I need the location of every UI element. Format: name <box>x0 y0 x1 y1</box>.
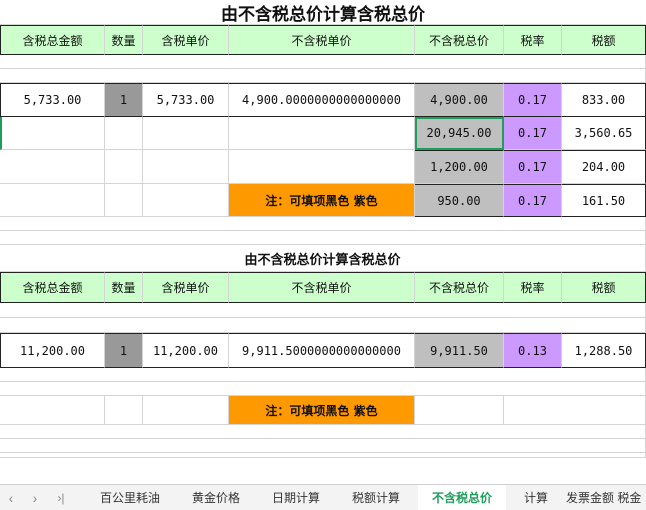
cell-tax-amount[interactable]: 3,560.65 <box>562 117 646 150</box>
empty-row[interactable] <box>0 439 646 453</box>
empty-row[interactable] <box>0 368 646 382</box>
empty-cell[interactable] <box>229 117 415 150</box>
cell-tax-exclusive-total[interactable]: 4,900.00 <box>415 83 504 117</box>
tab-fuel-consumption[interactable]: 百公里耗油 <box>86 485 174 510</box>
empty-cell[interactable] <box>0 396 105 425</box>
empty-cell[interactable] <box>105 184 143 217</box>
empty-cell[interactable] <box>143 184 229 217</box>
empty-cell[interactable] <box>504 396 646 425</box>
header-tax-rate[interactable]: 税率 <box>504 25 562 55</box>
tab-tax-exclusive-total[interactable]: 不含税总价 <box>418 485 506 510</box>
note-fillable-colors: 注：可填项黑色 紫色 <box>229 184 415 217</box>
cell-tax-rate[interactable]: 0.17 <box>504 184 562 217</box>
header-tax-rate[interactable]: 税率 <box>504 272 562 303</box>
header-tax-exclusive-total[interactable]: 不含税总价 <box>415 272 504 303</box>
cell-tax-amount[interactable]: 833.00 <box>562 83 646 117</box>
sheet-subtitle: 由不含税总价计算含税总价 <box>0 245 646 272</box>
header-tax-exclusive-total[interactable]: 不含税总价 <box>415 25 504 55</box>
cell-tax-inclusive-total[interactable]: 5,733.00 <box>0 83 105 117</box>
header-tax-inclusive-total[interactable]: 含税总金额 <box>0 272 105 303</box>
cell-tax-amount[interactable]: 1,288.50 <box>562 333 646 368</box>
cell-quantity[interactable]: 1 <box>105 333 143 368</box>
header-tax-inclusive-unit-price[interactable]: 含税单价 <box>143 272 229 303</box>
tab-gold-price[interactable]: 黄金价格 <box>178 485 254 510</box>
header-tax-exclusive-unit-price[interactable]: 不含税单价 <box>229 272 415 303</box>
empty-cell[interactable] <box>143 396 229 425</box>
cell-tax-exclusive-total[interactable]: 950.00 <box>415 184 504 217</box>
empty-row[interactable] <box>0 69 646 83</box>
spreadsheet-grid[interactable]: 由不含税总价计算含税总价 含税总金额 数量 含税单价 不含税单价 不含税总价 税… <box>0 0 646 458</box>
chevron-left-icon[interactable]: ‹ <box>0 485 22 510</box>
empty-cell[interactable] <box>0 184 105 217</box>
tab-date-calc[interactable]: 日期计算 <box>258 485 334 510</box>
header-tax-exclusive-unit-price[interactable]: 不含税单价 <box>229 25 415 55</box>
cell-tax-exclusive-unit-price[interactable]: 4,900.0000000000000000 <box>229 83 415 117</box>
sheet-bottom-gap <box>0 458 646 484</box>
header-tax-amount[interactable]: 税额 <box>562 25 646 55</box>
header-quantity[interactable]: 数量 <box>105 25 143 55</box>
cell-tax-exclusive-total-selected[interactable]: 20,945.00 <box>415 117 504 150</box>
tab-invoice-amount[interactable]: 发票金额 税金 <box>566 485 646 510</box>
empty-cell[interactable] <box>105 117 143 150</box>
header-tax-inclusive-unit-price[interactable]: 含税单价 <box>143 25 229 55</box>
sheet-title: 由不含税总价计算含税总价 <box>0 0 646 25</box>
header-quantity[interactable]: 数量 <box>105 272 143 303</box>
tab-calc[interactable]: 计算 <box>510 485 562 510</box>
empty-cell[interactable] <box>143 117 229 150</box>
cell-tax-rate[interactable]: 0.17 <box>504 117 562 150</box>
empty-cell[interactable] <box>105 396 143 425</box>
empty-row[interactable] <box>0 217 646 231</box>
cell-tax-rate[interactable]: 0.13 <box>504 333 562 368</box>
chevron-right-icon[interactable]: › <box>24 485 46 510</box>
note-fillable-colors: 注：可填项黑色 紫色 <box>229 396 415 425</box>
cell-tax-amount[interactable]: 204.00 <box>562 150 646 184</box>
empty-row[interactable] <box>0 318 646 333</box>
cell-tax-inclusive-unit-price[interactable]: 5,733.00 <box>143 83 229 117</box>
empty-row[interactable] <box>0 382 646 396</box>
empty-cell[interactable] <box>0 150 105 184</box>
sheet-tab-bar: ‹ › ›| 百公里耗油 黄金价格 日期计算 税额计算 不含税总价 计算 发票金… <box>0 484 646 510</box>
empty-row[interactable] <box>0 303 646 318</box>
cell-tax-amount[interactable]: 161.50 <box>562 184 646 217</box>
empty-cell[interactable] <box>105 150 143 184</box>
cell-tax-inclusive-unit-price[interactable]: 11,200.00 <box>143 333 229 368</box>
header-tax-amount[interactable]: 税额 <box>562 272 646 303</box>
empty-cell[interactable] <box>0 117 105 150</box>
empty-cell[interactable] <box>415 396 504 425</box>
cell-tax-rate[interactable]: 0.17 <box>504 83 562 117</box>
cell-tax-exclusive-total[interactable]: 1,200.00 <box>415 150 504 184</box>
cell-tax-exclusive-unit-price[interactable]: 9,911.5000000000000000 <box>229 333 415 368</box>
empty-row[interactable] <box>0 425 646 439</box>
empty-cell[interactable] <box>229 150 415 184</box>
tab-tax-calc[interactable]: 税额计算 <box>338 485 414 510</box>
header-tax-inclusive-total[interactable]: 含税总金额 <box>0 25 105 55</box>
cell-quantity[interactable]: 1 <box>105 83 143 117</box>
last-sheet-icon[interactable]: ›| <box>48 485 74 510</box>
cell-tax-rate[interactable]: 0.17 <box>504 150 562 184</box>
empty-row[interactable] <box>0 231 646 245</box>
cell-tax-inclusive-total[interactable]: 11,200.00 <box>0 333 105 368</box>
cell-tax-exclusive-total[interactable]: 9,911.50 <box>415 333 504 368</box>
empty-row[interactable] <box>0 55 646 69</box>
empty-cell[interactable] <box>143 150 229 184</box>
